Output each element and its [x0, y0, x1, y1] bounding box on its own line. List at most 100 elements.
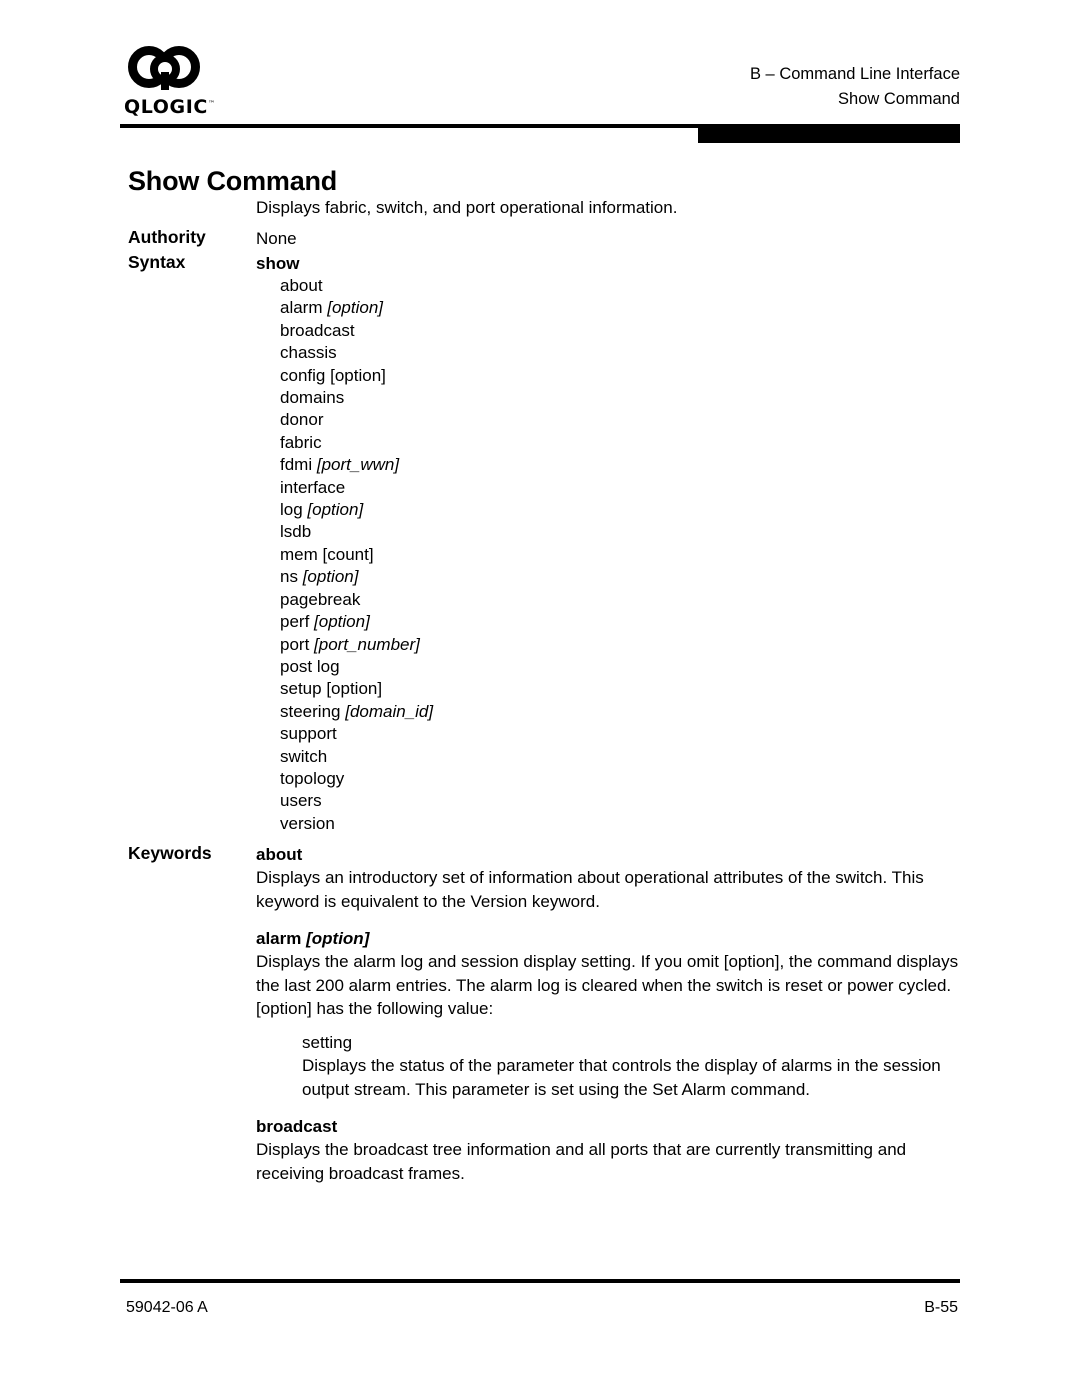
syntax-item-argument: [option] [330, 365, 386, 385]
syntax-item-name: switch [280, 746, 328, 766]
keyword-title: alarm [option] [256, 927, 970, 950]
intro-text: Displays fabric, switch, and port operat… [256, 198, 678, 217]
syntax-list-item: fdmi [port_wwn] [280, 454, 970, 476]
keyword-block: alarm [option] Displays the alarm log and… [256, 927, 970, 1101]
keywords-row: Keywords about Displays an introductory s… [0, 843, 1080, 1185]
syntax-list-item: donor [280, 409, 970, 431]
keyword-sub-description: Displays the status of the parameter tha… [302, 1056, 941, 1099]
page-footer: 59042-06 A B-55 [0, 1267, 1080, 1397]
syntax-keyword-list: about alarm [option] broadcast chassis confi… [256, 275, 970, 835]
syntax-body: show about alarm [option] broadcast chassis… [256, 252, 970, 835]
syntax-list-item: setup [option] [280, 678, 970, 700]
syntax-item-name: setup [280, 679, 322, 699]
header-chapter-line: B – Command Line Interface [749, 65, 960, 83]
page-content: Displays fabric, switch, and port operat… [0, 196, 1080, 1199]
syntax-item-name: version [280, 813, 335, 833]
keywords-label: Keywords [128, 843, 212, 864]
syntax-list-item: users [280, 790, 970, 812]
qlogic-logo: QLOGIC™ [124, 46, 244, 118]
keyword-argument: [option] [306, 929, 370, 949]
header-rule-block [698, 124, 960, 143]
syntax-item-argument: [option] [302, 567, 359, 587]
keywords-body: about Displays an introductory set of inf… [256, 843, 970, 1185]
logo-wordmark-text: QLOGIC [124, 96, 208, 118]
syntax-item-name: perf [280, 612, 310, 632]
syntax-item-name: fabric [280, 432, 322, 452]
syntax-item-name: topology [280, 768, 345, 788]
syntax-item-name: donor [280, 410, 324, 430]
syntax-item-name: steering [280, 701, 341, 721]
syntax-item-name: about [280, 276, 323, 295]
footer-page-number: B-55 [924, 1299, 958, 1316]
keyword-description: Displays an introductory set of informat… [256, 868, 924, 911]
keyword-block: about Displays an introductory set of inf… [256, 843, 970, 913]
syntax-list-item: steering [domain_id] [280, 701, 970, 723]
syntax-list-item: mem [count] [280, 544, 970, 566]
qlogic-logo-mark-icon [128, 46, 212, 92]
syntax-item-name: support [280, 724, 337, 744]
keyword-title: broadcast [256, 1115, 970, 1138]
syntax-label: Syntax [128, 252, 186, 272]
syntax-list-item: config [option] [280, 365, 970, 387]
syntax-list-item: switch [280, 746, 970, 768]
syntax-list-item: log [option] [280, 499, 970, 521]
document-page: QLOGIC™ B – Command Line Interface Show … [0, 0, 1080, 1397]
header-running-title: B – Command Line Interface Show Command [750, 62, 960, 112]
syntax-list-item: about [280, 275, 970, 297]
page-title: Show Command [128, 166, 338, 196]
syntax-item-name: post log [280, 656, 340, 676]
syntax-item-name: mem [280, 544, 318, 564]
syntax-item-argument: [option] [327, 298, 384, 318]
syntax-list-item: interface [280, 477, 970, 499]
authority-label: Authority [128, 227, 206, 247]
keyword-sub-block: setting Displays the status of the parame… [302, 1031, 970, 1102]
keyword-title: about [256, 843, 970, 866]
syntax-item-argument: [option] [326, 679, 383, 699]
syntax-item-argument: [port_number] [314, 634, 420, 654]
syntax-list-item: domains [280, 387, 970, 409]
trademark-icon: ™ [207, 99, 215, 108]
syntax-list-item: ns [option] [280, 566, 970, 588]
header-section-line: Show Command [838, 90, 960, 108]
syntax-list-item: fabric [280, 432, 970, 454]
keyword-name: alarm [256, 929, 302, 949]
page-header: QLOGIC™ B – Command Line Interface Show … [0, 0, 1080, 145]
syntax-item-argument: [count] [322, 544, 374, 564]
syntax-list-item: support [280, 723, 970, 745]
syntax-item-name: fdmi [280, 455, 313, 475]
syntax-item-name: interface [280, 477, 346, 497]
syntax-list-item: lsdb [280, 521, 970, 543]
syntax-list-item: alarm [option] [280, 297, 970, 319]
footer-document-number: 59042-06 A [126, 1299, 208, 1316]
keyword-sub-title: setting [302, 1032, 353, 1052]
syntax-list-item: broadcast [280, 320, 970, 342]
keyword-name: broadcast [256, 1117, 338, 1137]
syntax-item-name: users [280, 791, 322, 811]
syntax-item-name: config [280, 365, 326, 385]
syntax-list-item: post log [280, 656, 970, 678]
syntax-list-item: topology [280, 768, 970, 790]
keyword-name: about [256, 845, 303, 865]
syntax-item-name: broadcast [280, 320, 355, 340]
keyword-description: Displays the broadcast tree information … [256, 1140, 907, 1183]
keyword-block: broadcast Displays the broadcast tree inf… [256, 1115, 970, 1185]
syntax-item-name: port [280, 634, 310, 654]
syntax-item-argument: [port_wwn] [316, 455, 400, 475]
syntax-list-item: version [280, 813, 970, 835]
syntax-list-item: perf [option] [280, 611, 970, 633]
syntax-item-name: pagebreak [280, 589, 361, 609]
logo-q-tail-icon [161, 72, 169, 90]
syntax-item-name: log [280, 500, 303, 520]
syntax-item-argument: [option] [314, 612, 370, 632]
intro-row: Displays fabric, switch, and port operat… [0, 196, 1080, 227]
syntax-list-item: chassis [280, 342, 970, 364]
syntax-item-name: lsdb [280, 522, 312, 542]
keyword-description: Displays the alarm log and session displ… [256, 952, 959, 1019]
syntax-item-name: chassis [280, 343, 337, 363]
authority-value: None [256, 229, 297, 248]
syntax-item-name: alarm [280, 298, 323, 318]
syntax-row: Syntax show about alarm [option] broadcast… [0, 252, 1080, 835]
syntax-item-name: ns [280, 567, 298, 587]
logo-wordmark: QLOGIC™ [124, 96, 215, 118]
syntax-item-argument: [domain_id] [345, 701, 434, 721]
